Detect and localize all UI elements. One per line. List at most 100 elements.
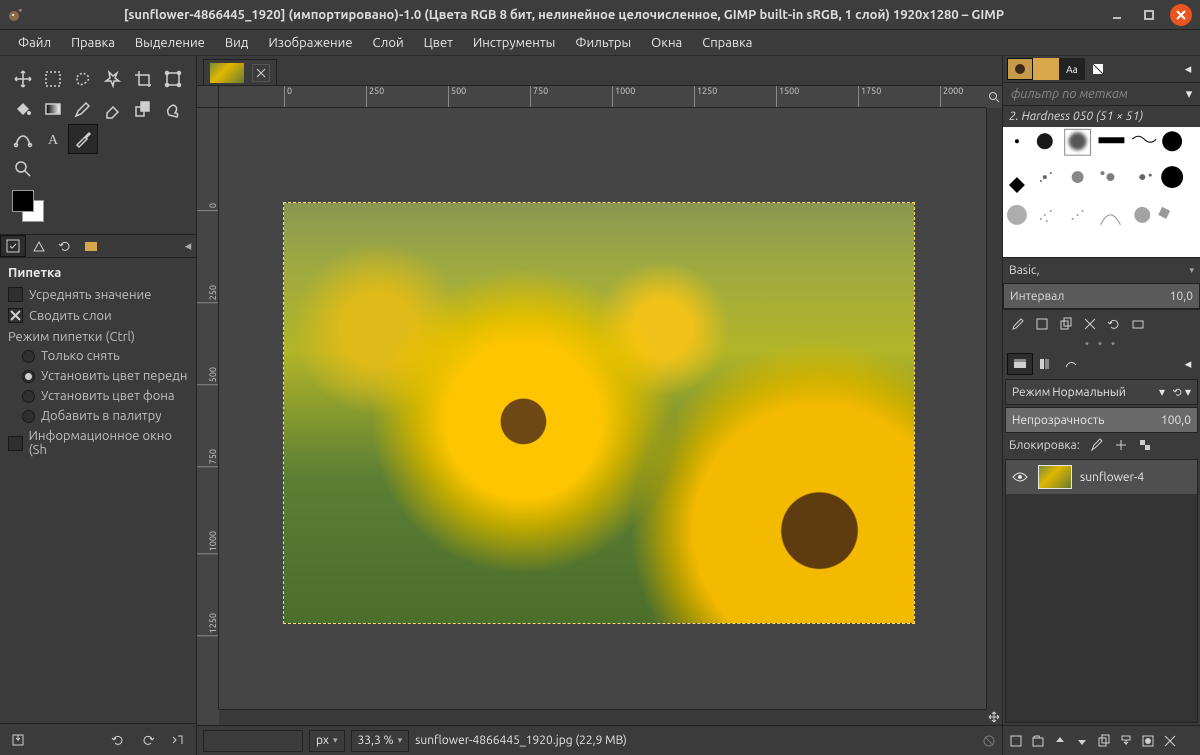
- scrollbar-vertical[interactable]: [986, 108, 1002, 709]
- option-merge[interactable]: Сводить слои: [8, 305, 188, 326]
- menu-color[interactable]: Цвет: [414, 33, 463, 53]
- tab-paths[interactable]: [1059, 353, 1085, 375]
- scrollbar-horizontal[interactable]: [219, 709, 986, 725]
- tab-layers[interactable]: [1007, 353, 1033, 375]
- dock-handle[interactable]: • • •: [1003, 337, 1200, 351]
- menu-file[interactable]: Файл: [8, 33, 61, 53]
- foreground-color[interactable]: [12, 190, 34, 212]
- option-average[interactable]: Усреднять значение: [8, 284, 188, 305]
- open-brush-icon[interactable]: [1131, 317, 1145, 331]
- mode-only-pick[interactable]: Только снять: [8, 346, 188, 366]
- tool-clone[interactable]: [128, 94, 158, 124]
- brush-dock-menu[interactable]: ◂: [1180, 58, 1196, 80]
- tab-tool-options[interactable]: [0, 235, 26, 257]
- tool-gradient[interactable]: [38, 94, 68, 124]
- layers-dock-menu[interactable]: ◂: [1180, 353, 1196, 375]
- refresh-brush-icon[interactable]: [1107, 317, 1121, 331]
- layer-name[interactable]: sunflower-4: [1080, 471, 1144, 484]
- tool-smudge[interactable]: [158, 94, 188, 124]
- new-group-icon[interactable]: [1031, 734, 1045, 748]
- image-tab-close[interactable]: [252, 64, 270, 82]
- tool-path[interactable]: [8, 124, 38, 154]
- menu-edit[interactable]: Правка: [61, 33, 125, 53]
- duplicate-layer-icon[interactable]: [1097, 734, 1111, 748]
- brush-filter[interactable]: фильтр по меткам ▾: [1003, 82, 1200, 106]
- tab-patterns[interactable]: [1033, 58, 1059, 80]
- option-info-window[interactable]: Информационное окно (Sh: [8, 426, 188, 460]
- blend-mode-dropdown[interactable]: Режим Нормальный ▾ ▾: [1005, 379, 1198, 405]
- tool-fuzzy-select[interactable]: [98, 64, 128, 94]
- menu-layer[interactable]: Слой: [363, 33, 414, 53]
- canvas[interactable]: [219, 108, 986, 709]
- mode-set-bg[interactable]: Установить цвет фона: [8, 386, 188, 406]
- lock-pixels-icon[interactable]: [1090, 438, 1104, 452]
- tool-bucket[interactable]: [8, 94, 38, 124]
- tab-brushes[interactable]: [1007, 58, 1033, 80]
- mask-layer-icon[interactable]: [1141, 734, 1155, 748]
- color-swatches[interactable]: [12, 190, 72, 230]
- brush-spacing-slider[interactable]: Интервал 10,0: [1003, 283, 1200, 309]
- tool-rect-select[interactable]: [38, 64, 68, 94]
- menu-help[interactable]: Справка: [692, 33, 762, 53]
- window-maximize-button[interactable]: [1138, 4, 1160, 26]
- mode-add-palette[interactable]: Добавить в палитру: [8, 406, 188, 426]
- raise-layer-icon[interactable]: [1053, 734, 1067, 748]
- tool-text[interactable]: A: [38, 124, 68, 154]
- zoom-dropdown[interactable]: 33,3 %▾: [351, 730, 410, 752]
- image-tab[interactable]: [203, 59, 277, 85]
- unit-dropdown[interactable]: px▾: [309, 730, 345, 752]
- lower-layer-icon[interactable]: [1075, 734, 1089, 748]
- tab-history[interactable]: [1085, 58, 1111, 80]
- merge-down-icon[interactable]: [1119, 734, 1133, 748]
- tool-eraser[interactable]: [98, 94, 128, 124]
- tab-images[interactable]: [78, 235, 104, 257]
- menu-tools[interactable]: Инструменты: [463, 33, 565, 53]
- lock-position-icon[interactable]: [1114, 438, 1128, 452]
- mode-set-fg[interactable]: Установить цвет передн: [8, 366, 188, 386]
- tab-channels[interactable]: [1033, 353, 1059, 375]
- navigation-button[interactable]: [986, 709, 1002, 725]
- chevron-down-icon[interactable]: ▾: [1178, 87, 1200, 102]
- layer-row[interactable]: sunflower-4: [1006, 460, 1197, 494]
- tool-options-menu[interactable]: ◂: [180, 239, 196, 254]
- tool-move[interactable]: [8, 64, 38, 94]
- save-preset-icon[interactable]: [8, 730, 28, 750]
- duplicate-brush-icon[interactable]: [1059, 317, 1073, 331]
- mode-reset-icon[interactable]: [1171, 385, 1185, 399]
- delete-layer-icon[interactable]: [1163, 734, 1177, 748]
- menu-filters[interactable]: Фильтры: [565, 33, 641, 53]
- ruler-horizontal[interactable]: 025050075010001250150017502000: [219, 86, 986, 108]
- tool-crop[interactable]: [128, 64, 158, 94]
- new-layer-icon[interactable]: [1009, 734, 1023, 748]
- zoom-corner[interactable]: [986, 86, 1002, 108]
- tab-fonts[interactable]: Aa: [1059, 58, 1085, 80]
- window-minimize-button[interactable]: [1106, 4, 1128, 26]
- opacity-slider[interactable]: Непрозрачность 100,0: [1005, 407, 1198, 433]
- ruler-vertical[interactable]: 025050075010001250: [197, 108, 219, 709]
- tab-device-status[interactable]: [26, 235, 52, 257]
- ruler-corner[interactable]: [197, 86, 219, 108]
- tool-zoom[interactable]: [8, 154, 38, 184]
- lock-alpha-icon[interactable]: [1138, 438, 1152, 452]
- cancel-icon[interactable]: [982, 734, 996, 748]
- reset-preset-icon[interactable]: [168, 730, 188, 750]
- menu-windows[interactable]: Окна: [641, 33, 692, 53]
- menu-image[interactable]: Изображение: [258, 33, 362, 53]
- edit-brush-icon[interactable]: [1011, 317, 1025, 331]
- delete-preset-icon[interactable]: [138, 730, 158, 750]
- tab-undo-history[interactable]: [52, 235, 78, 257]
- brush-grid[interactable]: [1003, 127, 1200, 257]
- restore-preset-icon[interactable]: [108, 730, 128, 750]
- layer-visibility-icon[interactable]: [1012, 471, 1030, 483]
- new-brush-icon[interactable]: [1035, 317, 1049, 331]
- window-close-button[interactable]: [1170, 4, 1192, 26]
- tool-free-select[interactable]: [68, 64, 98, 94]
- menu-select[interactable]: Выделение: [125, 33, 215, 53]
- tool-color-picker[interactable]: [68, 124, 98, 154]
- tool-unified-transform[interactable]: [158, 64, 188, 94]
- brush-preset-dropdown[interactable]: Basic,▾: [1003, 257, 1200, 283]
- layer-list[interactable]: sunflower-4: [1005, 459, 1198, 723]
- delete-brush-icon[interactable]: [1083, 317, 1097, 331]
- menu-view[interactable]: Вид: [215, 33, 259, 53]
- tool-pencil[interactable]: [68, 94, 98, 124]
